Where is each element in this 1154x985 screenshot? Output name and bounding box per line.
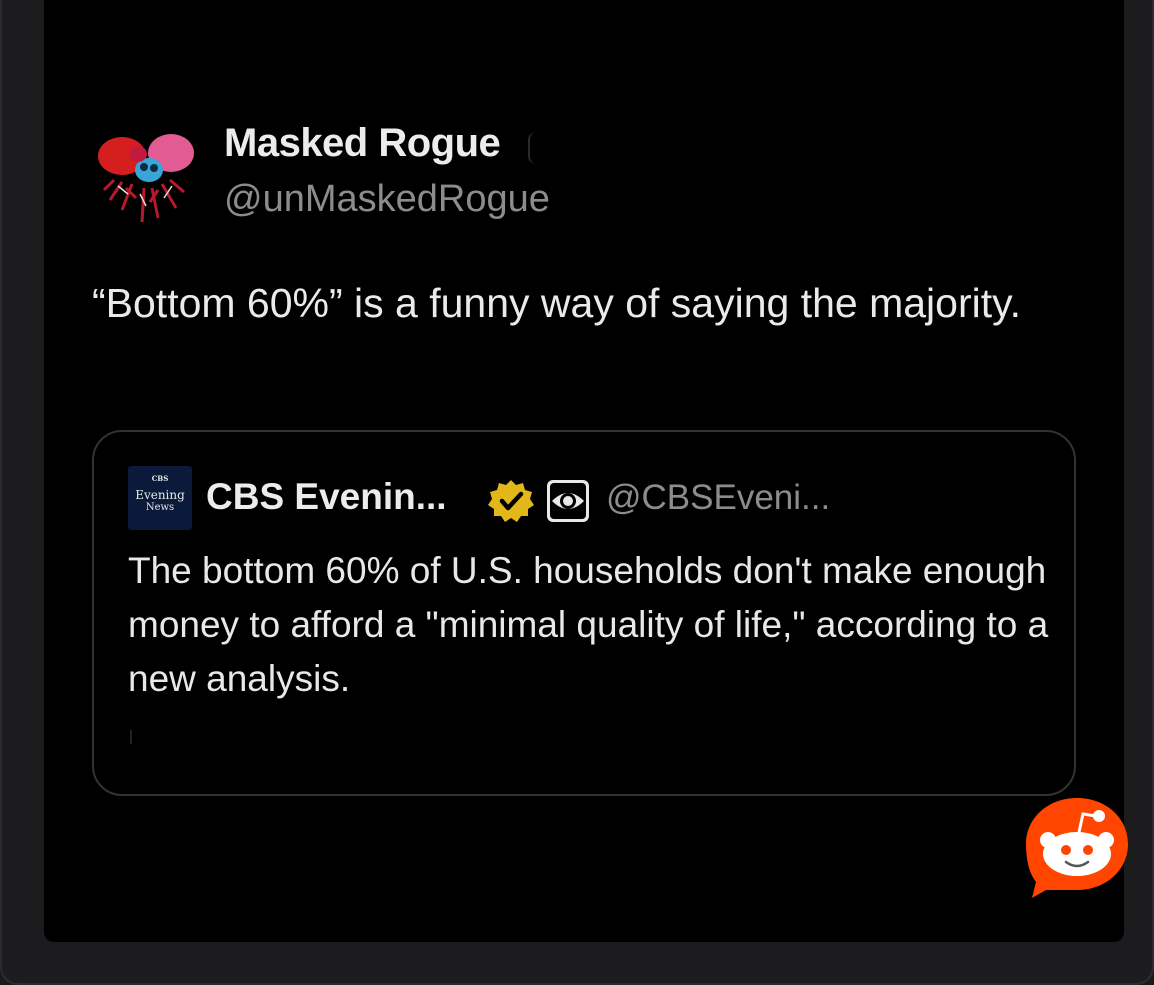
cbs-evening-news-logo[interactable]: CBS Evening News [128,466,192,530]
tweet-text: “Bottom 60%” is a funny way of saying th… [92,280,1021,326]
verified-badge-icon [488,480,534,522]
quoted-tweet-card[interactable]: CBS Evening News CBS Evenin... @CBSEveni… [92,430,1076,796]
quote-text-remnant [130,730,132,744]
logo-line-3: News [145,502,175,513]
author-handle[interactable]: @unMaskedRogue [224,178,550,221]
author-display-name[interactable]: Masked Rogue [224,121,501,166]
cropped-badge [528,132,536,164]
quoted-tweet-text: The bottom 60% of U.S. households don't … [128,550,1049,699]
cbs-eye-icon[interactable] [546,479,590,523]
quoted-author-handle[interactable]: @CBSEveni... [606,478,830,518]
tweet-card[interactable]: Masked Rogue @unMaskedRogue “Bottom 60%”… [44,0,1128,942]
quoted-author-display-name[interactable]: CBS Evenin... [206,476,447,518]
logo-line-2: Evening [135,488,185,502]
logo-line-1: CBS [151,474,169,483]
avatar[interactable] [92,128,200,228]
screenshot-frame: Masked Rogue @unMaskedRogue “Bottom 60%”… [0,0,1154,985]
reddit-icon [1026,798,1128,898]
